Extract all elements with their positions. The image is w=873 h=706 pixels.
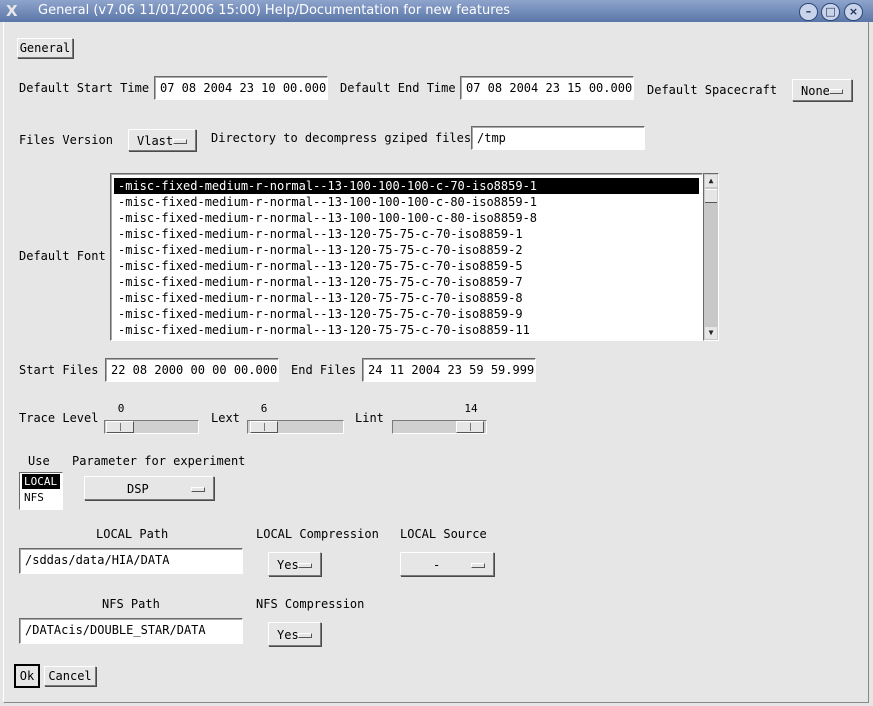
font-list-scrollbar[interactable]: ▲ ▼ xyxy=(703,173,719,341)
slider-handle[interactable] xyxy=(106,421,134,433)
close-button[interactable]: × xyxy=(844,3,863,21)
option-menu-indicator-icon xyxy=(471,563,485,568)
lint-value: 14 xyxy=(464,402,478,415)
font-list-item[interactable]: -misc-fixed-medium-r-normal--13-100-100-… xyxy=(114,194,699,210)
default-start-time-label: Default Start Time xyxy=(19,81,150,95)
trace-level-slider[interactable] xyxy=(104,420,199,434)
option-menu-indicator-icon xyxy=(829,89,843,94)
font-list-item[interactable]: -misc-fixed-medium-r-normal--13-100-100-… xyxy=(114,210,699,226)
local-source-value: - xyxy=(433,558,441,572)
scroll-up-icon[interactable]: ▲ xyxy=(705,175,717,187)
spacecraft-value: None xyxy=(801,84,830,98)
default-spacecraft-menu[interactable]: None xyxy=(792,79,852,101)
font-list-item[interactable]: -misc-fixed-medium-r-normal--13-120-75-7… xyxy=(114,258,699,274)
use-option-local[interactable]: LOCAL xyxy=(22,474,60,489)
lext-slider[interactable] xyxy=(247,420,344,434)
lext-label: Lext xyxy=(211,411,240,425)
start-files-label: Start Files xyxy=(19,363,99,377)
option-menu-indicator-icon xyxy=(191,487,205,492)
local-path-field[interactable]: /sddas/data/HIA/DATA xyxy=(19,548,243,574)
use-option-nfs[interactable]: NFS xyxy=(22,490,60,505)
font-list[interactable]: -misc-fixed-medium-r-normal--13-100-100-… xyxy=(110,173,703,341)
font-list-item[interactable]: -misc-fixed-medium-r-normal--13-120-75-7… xyxy=(114,226,699,242)
default-spacecraft-label: Default Spacecraft xyxy=(647,83,778,97)
nfs-path-field[interactable]: /DATAcis/DOUBLE_STAR/DATA xyxy=(19,618,243,644)
minimize-button[interactable]: – xyxy=(799,3,818,21)
end-files-field[interactable]: 24 11 2004 23 59 59.999 xyxy=(362,358,536,382)
local-source-label: LOCAL Source xyxy=(400,527,487,541)
directory-field[interactable]: /tmp xyxy=(471,126,645,150)
option-menu-indicator-icon xyxy=(298,563,312,568)
start-files-field[interactable]: 22 08 2000 00 00 00.000 xyxy=(105,358,279,382)
slider-handle[interactable] xyxy=(456,421,484,433)
dialog-body: General Default Start Time 07 08 2004 23… xyxy=(3,22,869,703)
default-font-label: Default Font xyxy=(19,249,106,263)
maximize-button[interactable]: □ xyxy=(821,3,840,21)
directory-label: Directory to decompress gziped files xyxy=(211,131,472,145)
option-menu-indicator-icon xyxy=(298,633,312,638)
scroll-thumb[interactable] xyxy=(705,189,717,203)
local-compression-menu[interactable]: Yes xyxy=(268,552,321,576)
local-source-menu[interactable]: - xyxy=(400,552,494,576)
default-end-time-label: Default End Time xyxy=(340,81,456,95)
local-path-label: LOCAL Path xyxy=(96,527,169,541)
font-list-item[interactable]: -misc-fixed-medium-r-normal--13-120-75-7… xyxy=(114,290,699,306)
font-list-item[interactable]: -misc-fixed-medium-r-normal--13-120-75-7… xyxy=(114,322,699,338)
window-title: General (v7.06 11/01/2006 15:00) Help/Do… xyxy=(38,3,511,18)
nfs-compression-label: NFS Compression xyxy=(256,597,365,611)
title-bar: X General (v7.06 11/01/2006 15:00) Help/… xyxy=(0,0,873,22)
font-list-item[interactable]: -misc-fixed-medium-r-normal--13-100-100-… xyxy=(114,178,699,194)
parameter-label: Parameter for experiment xyxy=(72,454,246,468)
x-logo-icon: X xyxy=(6,2,18,20)
lext-value: 6 xyxy=(260,402,268,415)
use-list[interactable]: LOCAL NFS xyxy=(19,472,63,510)
end-files-label: End Files xyxy=(291,363,357,377)
slider-handle[interactable] xyxy=(250,421,278,433)
nfs-compression-menu[interactable]: Yes xyxy=(268,622,321,646)
lint-slider[interactable] xyxy=(392,420,487,434)
ok-button[interactable]: Ok xyxy=(14,664,40,688)
parameter-value: DSP xyxy=(127,482,149,496)
trace-level-label: Trace Level xyxy=(19,411,99,425)
scroll-down-icon[interactable]: ▼ xyxy=(705,327,717,339)
local-compression-value: Yes xyxy=(277,558,299,572)
trace-level-value: 0 xyxy=(117,402,125,415)
lint-label: Lint xyxy=(355,411,384,425)
font-list-item[interactable]: -misc-fixed-medium-r-normal--13-120-75-7… xyxy=(114,306,699,322)
default-start-time-field[interactable]: 07 08 2004 23 10 00.000 xyxy=(154,76,328,100)
font-list-item[interactable]: -misc-fixed-medium-r-normal--13-120-75-7… xyxy=(114,242,699,258)
use-label: Use xyxy=(28,454,50,468)
files-version-label: Files Version xyxy=(19,133,113,147)
files-version-value: Vlast xyxy=(137,134,174,148)
option-menu-indicator-icon xyxy=(173,139,187,144)
local-compression-label: LOCAL Compression xyxy=(256,527,379,541)
nfs-path-label: NFS Path xyxy=(102,597,160,611)
parameter-menu[interactable]: DSP xyxy=(84,476,214,500)
files-version-menu[interactable]: Vlast xyxy=(128,129,196,151)
font-list-item[interactable]: -misc-fixed-medium-r-normal--13-120-75-7… xyxy=(114,274,699,290)
general-button[interactable]: General xyxy=(17,38,73,58)
nfs-compression-value: Yes xyxy=(277,628,299,642)
cancel-button[interactable]: Cancel xyxy=(44,666,96,686)
default-end-time-field[interactable]: 07 08 2004 23 15 00.000 xyxy=(460,76,634,100)
